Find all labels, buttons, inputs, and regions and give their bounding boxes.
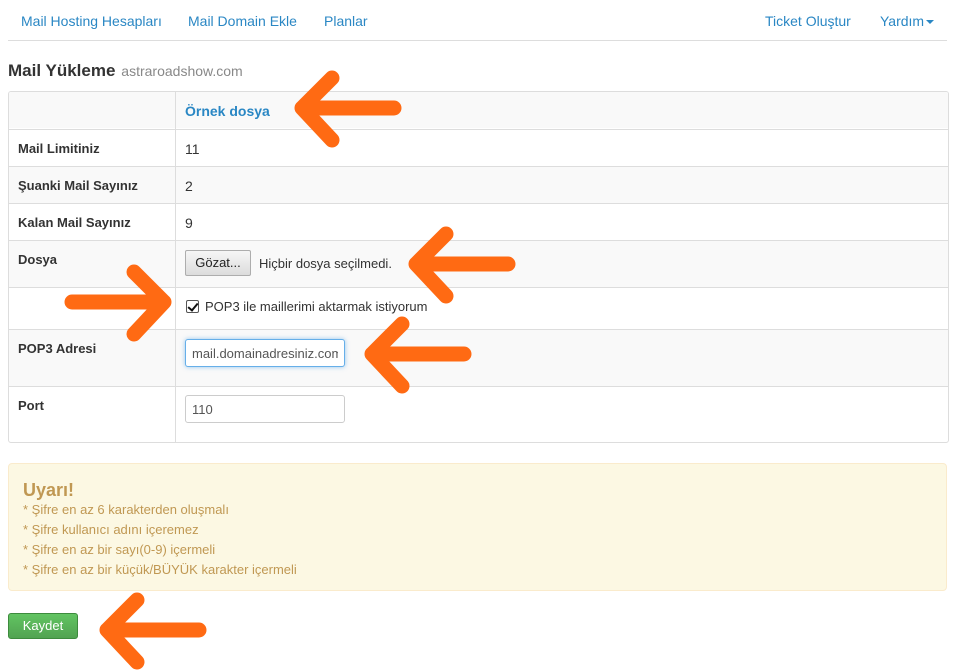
table-row: Şuanki Mail Sayınız 2 <box>9 166 948 203</box>
arrow-icon <box>364 316 472 394</box>
pop3-checkbox[interactable] <box>186 300 199 313</box>
page-title: Mail Yükleme astraroadshow.com <box>8 61 243 81</box>
file-label: Dosya <box>18 252 58 267</box>
current-mail-count-label: Şuanki Mail Sayınız <box>18 178 138 193</box>
table-row: Örnek dosya <box>9 92 948 128</box>
page-domain: astraroadshow.com <box>121 63 243 79</box>
nav-add-mail-domain[interactable]: Mail Domain Ekle <box>188 13 297 29</box>
sample-file-link[interactable]: Örnek dosya <box>185 103 270 119</box>
mail-limit-label: Mail Limitiniz <box>18 141 100 156</box>
caret-down-icon <box>926 20 935 25</box>
nav-help-label: Yardım <box>880 13 925 29</box>
alert-line: * Şifre kullanıcı adını içeremez <box>23 522 199 537</box>
page-heading: Mail Yükleme <box>8 61 116 80</box>
arrow-icon <box>64 264 172 342</box>
nav-plans[interactable]: Planlar <box>324 13 368 29</box>
current-mail-count-value: 2 <box>185 178 193 194</box>
alert-line: * Şifre en az bir küçük/BÜYÜK karakter i… <box>23 562 297 577</box>
nav-create-ticket[interactable]: Ticket Oluştur <box>765 13 851 29</box>
file-status-text: Hiçbir dosya seçilmedi. <box>259 256 392 271</box>
remaining-mail-count-value: 9 <box>185 215 193 231</box>
alert-line: * Şifre en az 6 karakterden oluşmalı <box>23 502 229 517</box>
table-row: Mail Limitiniz 11 <box>9 129 948 166</box>
pop3-address-input[interactable] <box>185 339 345 367</box>
alert-title: Uyarı! <box>23 480 75 500</box>
warning-alert: Uyarı! * Şifre en az 6 karakterden oluşm… <box>8 463 947 591</box>
nav-help-dropdown[interactable]: Yardım <box>880 13 935 29</box>
pop3-checkbox-label[interactable]: POP3 ile maillerimi aktarmak istiyorum <box>205 299 428 314</box>
mail-limit-value: 11 <box>185 141 200 157</box>
arrow-icon <box>294 70 402 148</box>
alert-line: * Şifre en az bir sayı(0-9) içermeli <box>23 542 216 557</box>
port-input[interactable] <box>185 395 345 423</box>
arrow-icon <box>408 226 516 304</box>
remaining-mail-count-label: Kalan Mail Sayınız <box>18 215 131 230</box>
nav-mail-hosting-accounts[interactable]: Mail Hosting Hesapları <box>21 13 162 29</box>
port-label: Port <box>18 398 44 413</box>
browse-file-button[interactable]: Gözat... <box>185 250 251 276</box>
save-button[interactable]: Kaydet <box>8 613 78 639</box>
table-row: Port <box>9 386 948 442</box>
top-navbar: Mail Hosting Hesapları Mail Domain Ekle … <box>8 0 947 41</box>
arrow-icon <box>99 592 207 670</box>
